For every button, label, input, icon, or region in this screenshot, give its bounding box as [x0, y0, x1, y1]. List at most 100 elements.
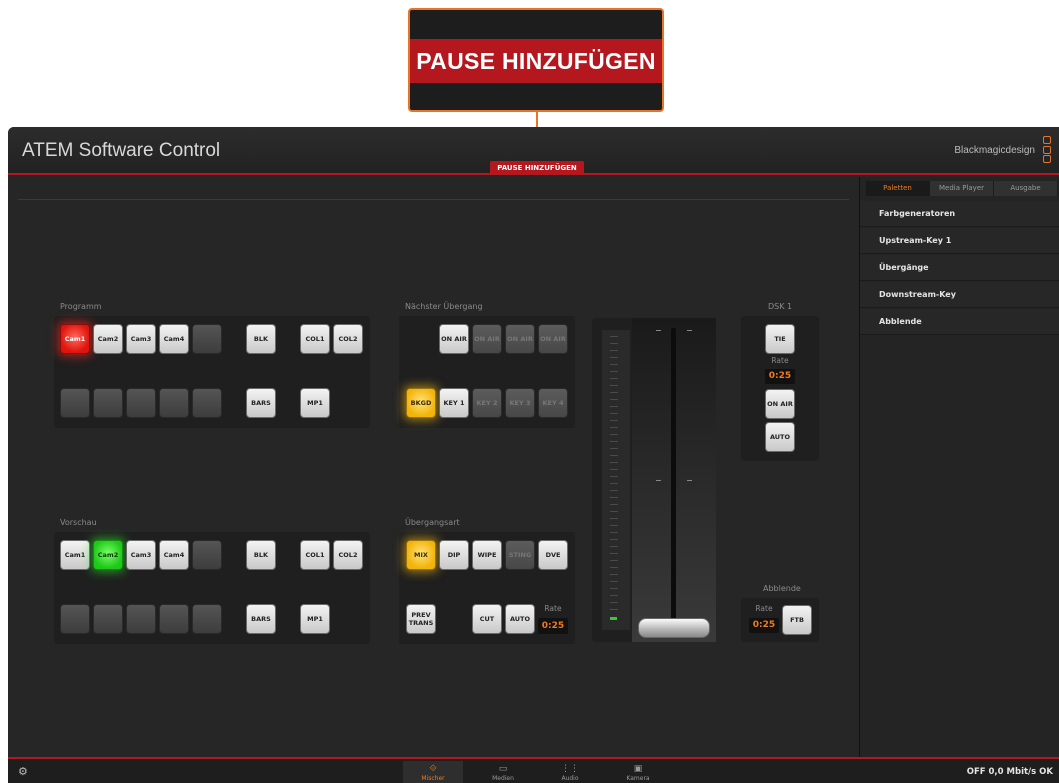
onair-key3-button[interactable]: ON AIR	[505, 324, 535, 354]
ftb-button[interactable]: FTB	[782, 605, 812, 635]
bottom-bar: ⚙ ⟐ Mischer ▭ Medien ⋮⋮ Audio ▣ Kamera O…	[8, 757, 1059, 783]
meter-tick	[610, 476, 618, 477]
meter-tick	[610, 609, 618, 610]
meter-tick	[610, 399, 618, 400]
vorschau-col1[interactable]: COL1	[300, 540, 330, 570]
programm-cam1[interactable]: Cam1	[60, 324, 90, 354]
programm-empty-r2-2[interactable]	[93, 388, 123, 418]
tab-media-player[interactable]: Media Player	[930, 181, 994, 196]
switcher-panel: Programm Cam1 Cam2 Cam3 Cam4 BLK COL1 CO…	[8, 177, 859, 757]
vorschau-empty-r2-2[interactable]	[93, 604, 123, 634]
meter-tick	[610, 406, 618, 407]
stage: PAUSE HINZUFÜGEN ATEM Software Control P…	[0, 0, 1059, 783]
programm-col1[interactable]: COL1	[300, 324, 330, 354]
meter-tick	[610, 378, 618, 379]
meter-tick	[610, 588, 618, 589]
onair-key4-button[interactable]: ON AIR	[538, 324, 568, 354]
callout-zoom: PAUSE HINZUFÜGEN	[408, 8, 664, 112]
meter-tick	[610, 553, 618, 554]
prev-trans-button[interactable]: PREV TRANS	[406, 604, 436, 634]
vorschau-mp1[interactable]: MP1	[300, 604, 330, 634]
meter-tick	[610, 385, 618, 386]
vorschau-empty-r2-1[interactable]	[60, 604, 90, 634]
tab-mischer-label: Mischer	[421, 775, 445, 782]
key1-button[interactable]: KEY 1	[439, 388, 469, 418]
programm-bars[interactable]: BARS	[246, 388, 276, 418]
uebergangsart-label: Übergangsart	[405, 518, 460, 527]
palette-upstream-key[interactable]: Upstream-Key 1	[860, 228, 1059, 254]
vorschau-empty-r2-3[interactable]	[126, 604, 156, 634]
wipe-button[interactable]: WIPE	[472, 540, 502, 570]
brand-name: Blackmagicdesign	[954, 145, 1035, 156]
key4-button[interactable]: KEY 4	[538, 388, 568, 418]
vorschau-empty-r2-4[interactable]	[159, 604, 189, 634]
vorschau-empty-5[interactable]	[192, 540, 222, 570]
cut-button[interactable]: CUT	[472, 604, 502, 634]
tab-ausgabe[interactable]: Ausgabe	[994, 181, 1058, 196]
vorschau-bars[interactable]: BARS	[246, 604, 276, 634]
vorschau-empty-r2-5[interactable]	[192, 604, 222, 634]
programm-empty-r2-1[interactable]	[60, 388, 90, 418]
vorschau-cam2[interactable]: Cam2	[93, 540, 123, 570]
pause-button[interactable]: PAUSE HINZUFÜGEN	[490, 161, 584, 175]
tbar-slot	[671, 328, 676, 628]
vorschau-col2[interactable]: COL2	[333, 540, 363, 570]
onair-key2-button[interactable]: ON AIR	[472, 324, 502, 354]
key2-button[interactable]: KEY 2	[472, 388, 502, 418]
bkgd-button[interactable]: BKGD	[406, 388, 436, 418]
tbar-handle[interactable]	[638, 618, 710, 638]
audio-icon: ⋮⋮	[561, 764, 579, 774]
dsk-tie-button[interactable]: TIE	[765, 324, 795, 354]
tab-paletten[interactable]: Paletten	[866, 181, 930, 196]
dve-button[interactable]: DVE	[538, 540, 568, 570]
onair-key1-button[interactable]: ON AIR	[439, 324, 469, 354]
sting-button[interactable]: STING	[505, 540, 535, 570]
uebergangsart-panel: MIX DIP WIPE STING DVE PREV TRANS CUT AU…	[399, 532, 575, 644]
abblende-rate-field[interactable]: 0:25	[749, 618, 779, 633]
mix-button[interactable]: MIX	[406, 540, 436, 570]
palette-abblende[interactable]: Abblende	[860, 309, 1059, 335]
programm-mp1[interactable]: MP1	[300, 388, 330, 418]
programm-blk[interactable]: BLK	[246, 324, 276, 354]
auto-button[interactable]: AUTO	[505, 604, 535, 634]
brand-logo-icon	[1043, 136, 1053, 164]
programm-empty-r2-4[interactable]	[159, 388, 189, 418]
programm-empty-r2-5[interactable]	[192, 388, 222, 418]
app-title: ATEM Software Control	[22, 140, 221, 161]
meter-tick	[610, 539, 618, 540]
dsk-rate-field[interactable]: 0:25	[765, 369, 795, 384]
dip-button[interactable]: DIP	[439, 540, 469, 570]
transition-rate-field[interactable]: 0:25	[538, 618, 568, 634]
palette-uebergaenge[interactable]: Übergänge	[860, 255, 1059, 281]
tbar-mark	[687, 330, 692, 331]
meter-tick	[610, 420, 618, 421]
naechster-label: Nächster Übergang	[405, 302, 483, 311]
vorschau-cam3[interactable]: Cam3	[126, 540, 156, 570]
vorschau-cam4[interactable]: Cam4	[159, 540, 189, 570]
gear-icon[interactable]: ⚙	[18, 765, 28, 778]
dsk-onair-button[interactable]: ON AIR	[765, 389, 795, 419]
key3-button[interactable]: KEY 3	[505, 388, 535, 418]
programm-label: Programm	[60, 302, 102, 311]
tab-medien[interactable]: ▭ Medien	[473, 761, 533, 783]
programm-col2[interactable]: COL2	[333, 324, 363, 354]
programm-empty-r2-3[interactable]	[126, 388, 156, 418]
programm-cam2[interactable]: Cam2	[93, 324, 123, 354]
app-window: ATEM Software Control PAUSE HINZUFÜGEN B…	[8, 127, 1059, 783]
camera-icon: ▣	[633, 764, 643, 774]
tab-kamera-label: Kamera	[626, 775, 650, 782]
programm-cam4[interactable]: Cam4	[159, 324, 189, 354]
vorschau-blk[interactable]: BLK	[246, 540, 276, 570]
tab-audio[interactable]: ⋮⋮ Audio	[540, 761, 600, 783]
palette-downstream-key[interactable]: Downstream-Key	[860, 282, 1059, 308]
tbar-track	[632, 318, 716, 642]
mixer-icon: ⟐	[429, 764, 437, 774]
programm-empty-5[interactable]	[192, 324, 222, 354]
dsk-auto-button[interactable]: AUTO	[765, 422, 795, 452]
palette-farbgeneratoren[interactable]: Farbgeneratoren	[860, 201, 1059, 227]
programm-cam3[interactable]: Cam3	[126, 324, 156, 354]
vorschau-cam1[interactable]: Cam1	[60, 540, 90, 570]
tab-mischer[interactable]: ⟐ Mischer	[403, 761, 463, 783]
sidebar-tabs: Paletten Media Player Ausgabe	[866, 181, 1058, 196]
tab-kamera[interactable]: ▣ Kamera	[608, 761, 668, 783]
